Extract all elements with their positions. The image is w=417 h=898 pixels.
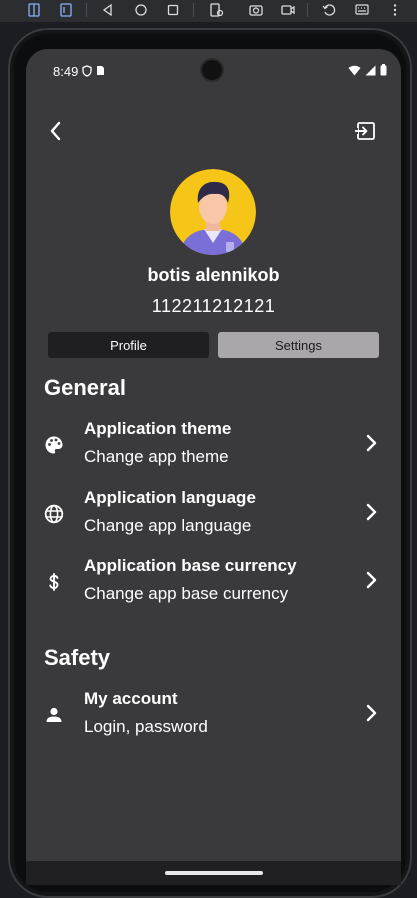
screenshot-icon[interactable] [248, 2, 264, 18]
status-time: 8:49 [53, 64, 79, 79]
wifi-icon [348, 65, 361, 79]
gesture-nav-bar [26, 861, 401, 885]
more-options-icon[interactable] [387, 2, 403, 18]
settings-row-theme[interactable]: Application theme Change app theme [26, 419, 401, 475]
overview-nav-icon[interactable] [165, 2, 181, 18]
tab-settings[interactable]: Settings [218, 332, 379, 358]
record-icon[interactable] [280, 2, 296, 18]
back-nav-icon[interactable] [100, 2, 116, 18]
settings-row-title: My account [84, 689, 178, 708]
front-camera [202, 60, 222, 80]
section-title-safety: Safety [44, 645, 111, 670]
profile-settings-tabs: Profile Settings [48, 332, 379, 358]
section-title-general: General [44, 375, 126, 400]
chevron-right-icon [362, 501, 380, 523]
dollar-icon [44, 572, 64, 592]
keyboard-icon[interactable] [354, 2, 370, 18]
unfold-icon[interactable] [58, 2, 74, 18]
tab-settings-label: Settings [275, 337, 322, 353]
home-gesture-handle[interactable] [165, 871, 263, 875]
palette-icon [44, 435, 64, 455]
phone-screen: 8:49 botis alennikob 112211212121 Profil… [26, 49, 401, 885]
settings-row-subtitle: Login, password [84, 717, 208, 736]
avatar [170, 169, 256, 255]
settings-row-subtitle: Change app language [84, 516, 252, 535]
device-settings-icon[interactable] [208, 2, 224, 18]
profile-phone: 112211212121 [151, 296, 276, 316]
settings-row-language[interactable]: Application language Change app language [26, 488, 401, 544]
chevron-right-icon [362, 569, 380, 591]
settings-row-subtitle: Change app theme [84, 447, 229, 466]
tab-profile[interactable]: Profile [48, 332, 209, 358]
settings-row-title: Application language [84, 488, 256, 507]
settings-row-title: Application base currency [84, 556, 297, 575]
settings-row-title: Application theme [84, 419, 232, 438]
shield-status-icon [82, 65, 92, 80]
tab-profile-label: Profile [110, 337, 147, 353]
back-arrow-icon[interactable] [44, 119, 68, 143]
settings-row-currency[interactable]: Application base currency Change app bas… [26, 556, 401, 612]
rotate-icon[interactable] [321, 2, 337, 18]
person-icon [44, 705, 64, 725]
chevron-right-icon [362, 432, 380, 454]
settings-row-subtitle: Change app base currency [84, 584, 289, 603]
globe-icon [44, 504, 64, 524]
chevron-right-icon [362, 702, 380, 724]
home-nav-icon[interactable] [133, 2, 149, 18]
battery-icon [380, 64, 387, 79]
profile-name: botis alennikob [147, 265, 280, 285]
emulator-toolbar [0, 0, 417, 22]
settings-row-my-account[interactable]: My account Login, password [26, 689, 401, 745]
fold-icon[interactable] [26, 2, 42, 18]
signal-icon [365, 65, 376, 79]
sim-card-icon [96, 65, 105, 80]
status-bar: 8:49 [26, 49, 401, 93]
logout-icon[interactable] [354, 119, 378, 143]
